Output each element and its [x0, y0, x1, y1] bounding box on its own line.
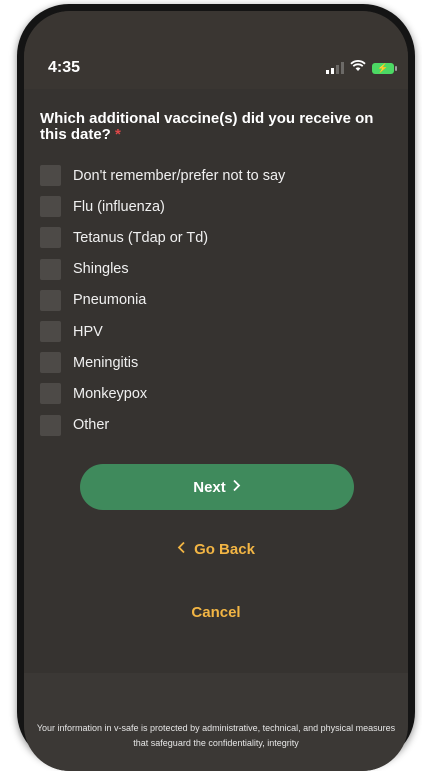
- option-flu[interactable]: Flu (influenza): [40, 191, 390, 222]
- status-icons: ⚡: [326, 59, 397, 77]
- next-button[interactable]: Next: [80, 464, 354, 510]
- checkbox[interactable]: [40, 352, 61, 374]
- status-bar: 4:35 ⚡: [24, 11, 408, 89]
- option-label: Don't remember/prefer not to say: [73, 167, 286, 184]
- option-label: Monkeypox: [73, 385, 148, 402]
- checkbox[interactable]: [40, 321, 61, 343]
- checkbox[interactable]: [40, 383, 61, 405]
- option-monkeypox[interactable]: Monkeypox: [40, 378, 390, 409]
- footer: Your information in v-safe is protected …: [24, 673, 408, 771]
- option-tetanus[interactable]: Tetanus (Tdap or Td): [40, 222, 390, 253]
- question-text: Which additional vaccine(s) did you rece…: [40, 110, 374, 143]
- option-label: Pneumonia: [73, 292, 147, 309]
- app-screen: 4:35 ⚡ Which additional vaccine(s) did y…: [24, 11, 408, 771]
- next-button-label: Next: [193, 478, 226, 496]
- go-back-link[interactable]: Go Back: [24, 541, 408, 558]
- option-hpv[interactable]: HPV: [40, 316, 390, 347]
- checkbox[interactable]: [40, 289, 61, 311]
- battery-charging-icon: ⚡: [372, 62, 397, 74]
- checkbox[interactable]: [40, 196, 61, 218]
- chevron-left-icon: [177, 541, 186, 558]
- option-label: Flu (influenza): [73, 198, 165, 215]
- go-back-label: Go Back: [194, 541, 255, 558]
- option-label: Tetanus (Tdap or Td): [73, 229, 209, 246]
- wifi-icon: [350, 59, 366, 77]
- checkbox[interactable]: [40, 414, 61, 436]
- option-shingles[interactable]: Shingles: [40, 254, 390, 285]
- cancel-label: Cancel: [191, 604, 241, 621]
- option-label: Meningitis: [73, 354, 139, 371]
- question-heading: Which additional vaccine(s) did you rece…: [40, 111, 396, 143]
- chevron-right-icon: [232, 479, 241, 496]
- option-label: Shingles: [73, 261, 129, 278]
- vaccine-options-list: Don't remember/prefer not to say Flu (in…: [40, 160, 390, 441]
- status-time: 4:35: [48, 59, 81, 76]
- option-pneumonia[interactable]: Pneumonia: [40, 285, 390, 316]
- phone-frame: 4:35 ⚡ Which additional vaccine(s) did y…: [17, 4, 415, 771]
- checkbox[interactable]: [40, 227, 61, 249]
- option-other[interactable]: Other: [40, 410, 390, 441]
- option-label: HPV: [73, 323, 103, 340]
- signal-icon: [326, 62, 344, 74]
- required-marker: *: [115, 126, 121, 143]
- option-label: Other: [73, 417, 110, 434]
- privacy-notice: Your information in v-safe is protected …: [36, 723, 396, 748]
- cancel-link[interactable]: Cancel: [24, 604, 408, 621]
- checkbox[interactable]: [40, 165, 61, 187]
- checkbox[interactable]: [40, 258, 61, 280]
- option-meningitis[interactable]: Meningitis: [40, 347, 390, 378]
- option-dont-remember[interactable]: Don't remember/prefer not to say: [40, 160, 390, 191]
